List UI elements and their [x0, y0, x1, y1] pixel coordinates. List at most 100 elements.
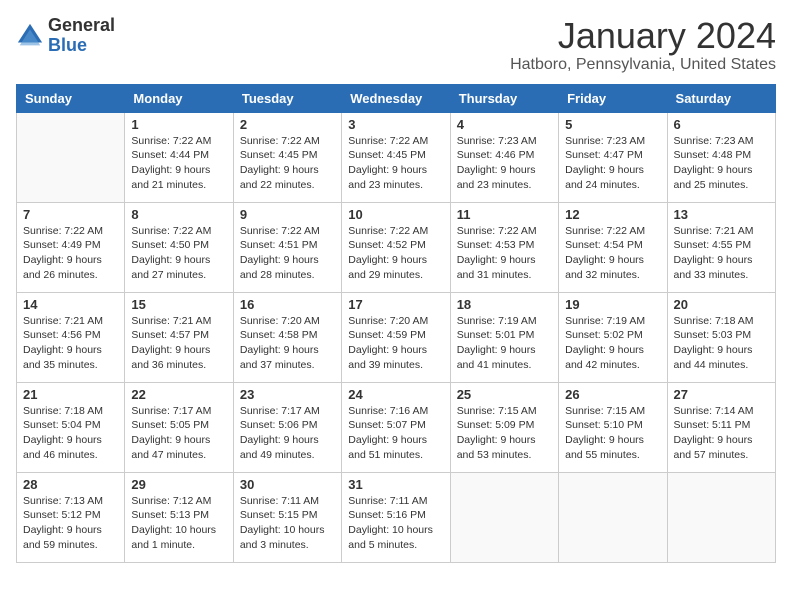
calendar-cell: 20Sunrise: 7:18 AMSunset: 5:03 PMDayligh… — [667, 292, 775, 382]
day-info: Sunrise: 7:22 AMSunset: 4:52 PMDaylight:… — [348, 224, 443, 283]
header-wednesday: Wednesday — [342, 84, 450, 112]
calendar-cell: 13 Sunrise: 7:21 AMSunset: 4:55 PMDayligh… — [667, 202, 775, 292]
calendar-week-1: 1Sunrise: 7:22 AMSunset: 4:44 PMDaylight… — [17, 112, 776, 202]
calendar-cell: 27 Sunrise: 7:14 AMSunset: 5:11 PMDayligh… — [667, 382, 775, 472]
calendar-cell: 17 Sunrise: 7:20 AMSunset: 4:59 PMDayligh… — [342, 292, 450, 382]
calendar-cell: 14 Sunrise: 7:21 AMSunset: 4:56 PMDayligh… — [17, 292, 125, 382]
day-info: Sunrise: 7:22 AMSunset: 4:45 PMDaylight:… — [348, 134, 443, 193]
day-number: 31 — [348, 477, 443, 492]
header-friday: Friday — [559, 84, 667, 112]
day-info: Sunrise: 7:18 AMSunset: 5:03 PMDaylight:… — [674, 314, 769, 373]
day-info: Sunrise: 7:11 AMSunset: 5:16 PMDaylight:… — [348, 494, 443, 553]
day-number: 22 — [131, 387, 226, 402]
header-thursday: Thursday — [450, 84, 558, 112]
day-info: Sunrise: 7:22 AMSunset: 4:51 PMDaylight:… — [240, 224, 335, 283]
calendar-cell — [559, 472, 667, 562]
calendar-cell: 4Sunrise: 7:23 AMSunset: 4:46 PMDaylight… — [450, 112, 558, 202]
calendar-cell: 26 Sunrise: 7:15 AMSunset: 5:10 PMDayligh… — [559, 382, 667, 472]
day-info: Sunrise: 7:15 AMSunset: 5:10 PMDaylight:… — [565, 404, 660, 463]
day-number: 14 — [23, 297, 118, 312]
day-number: 13 — [674, 207, 769, 222]
title-section: January 2024 Hatboro, Pennsylvania, Unit… — [510, 16, 776, 74]
calendar-cell: 16 Sunrise: 7:20 AMSunset: 4:58 PMDayligh… — [233, 292, 341, 382]
day-number: 19 — [565, 297, 660, 312]
page-header: General Blue January 2024 Hatboro, Penns… — [16, 16, 776, 74]
day-info: Sunrise: 7:13 AMSunset: 5:12 PMDaylight:… — [23, 494, 118, 553]
calendar-header-row: SundayMondayTuesdayWednesdayThursdayFrid… — [17, 84, 776, 112]
calendar-cell: 5 Sunrise: 7:23 AMSunset: 4:47 PMDaylight… — [559, 112, 667, 202]
day-number: 15 — [131, 297, 226, 312]
calendar-week-5: 28 Sunrise: 7:13 AMSunset: 5:12 PMDayligh… — [17, 472, 776, 562]
day-info: Sunrise: 7:23 AMSunset: 4:47 PMDaylight:… — [565, 134, 660, 193]
day-number: 30 — [240, 477, 335, 492]
day-info: Sunrise: 7:21 AMSunset: 4:56 PMDaylight:… — [23, 314, 118, 373]
day-info: Sunrise: 7:20 AMSunset: 4:59 PMDaylight:… — [348, 314, 443, 373]
day-number: 25 — [457, 387, 552, 402]
calendar-cell: 12Sunrise: 7:22 AMSunset: 4:54 PMDayligh… — [559, 202, 667, 292]
day-number: 17 — [348, 297, 443, 312]
calendar-week-4: 21Sunrise: 7:18 AMSunset: 5:04 PMDayligh… — [17, 382, 776, 472]
logo-text: General Blue — [48, 16, 115, 56]
day-number: 10 — [348, 207, 443, 222]
calendar-week-3: 14 Sunrise: 7:21 AMSunset: 4:56 PMDayligh… — [17, 292, 776, 382]
day-info: Sunrise: 7:21 AMSunset: 4:55 PMDaylight:… — [674, 224, 769, 283]
calendar-cell: 9 Sunrise: 7:22 AMSunset: 4:51 PMDaylight… — [233, 202, 341, 292]
day-number: 7 — [23, 207, 118, 222]
day-number: 26 — [565, 387, 660, 402]
day-info: Sunrise: 7:17 AMSunset: 5:05 PMDaylight:… — [131, 404, 226, 463]
day-info: Sunrise: 7:22 AMSunset: 4:49 PMDaylight:… — [23, 224, 118, 283]
day-number: 23 — [240, 387, 335, 402]
header-monday: Monday — [125, 84, 233, 112]
day-number: 24 — [348, 387, 443, 402]
calendar-cell: 28 Sunrise: 7:13 AMSunset: 5:12 PMDayligh… — [17, 472, 125, 562]
day-info: Sunrise: 7:22 AMSunset: 4:44 PMDaylight:… — [131, 134, 226, 193]
day-number: 5 — [565, 117, 660, 132]
day-number: 9 — [240, 207, 335, 222]
calendar-cell — [667, 472, 775, 562]
calendar-cell: 18Sunrise: 7:19 AMSunset: 5:01 PMDayligh… — [450, 292, 558, 382]
day-number: 3 — [348, 117, 443, 132]
location-subtitle: Hatboro, Pennsylvania, United States — [510, 56, 776, 74]
day-info: Sunrise: 7:22 AMSunset: 4:45 PMDaylight:… — [240, 134, 335, 193]
calendar-cell: 1Sunrise: 7:22 AMSunset: 4:44 PMDaylight… — [125, 112, 233, 202]
logo-icon — [16, 22, 44, 50]
day-number: 8 — [131, 207, 226, 222]
day-number: 2 — [240, 117, 335, 132]
calendar-cell: 10 Sunrise: 7:22 AMSunset: 4:52 PMDayligh… — [342, 202, 450, 292]
day-info: Sunrise: 7:21 AMSunset: 4:57 PMDaylight:… — [131, 314, 226, 373]
day-number: 27 — [674, 387, 769, 402]
logo: General Blue — [16, 16, 115, 56]
header-tuesday: Tuesday — [233, 84, 341, 112]
day-info: Sunrise: 7:11 AMSunset: 5:15 PMDaylight:… — [240, 494, 335, 553]
calendar-cell: 2 Sunrise: 7:22 AMSunset: 4:45 PMDaylight… — [233, 112, 341, 202]
day-info: Sunrise: 7:23 AMSunset: 4:46 PMDaylight:… — [457, 134, 552, 193]
day-info: Sunrise: 7:17 AMSunset: 5:06 PMDaylight:… — [240, 404, 335, 463]
day-info: Sunrise: 7:15 AMSunset: 5:09 PMDaylight:… — [457, 404, 552, 463]
header-sunday: Sunday — [17, 84, 125, 112]
day-number: 16 — [240, 297, 335, 312]
header-saturday: Saturday — [667, 84, 775, 112]
calendar-cell — [17, 112, 125, 202]
calendar-week-2: 7 Sunrise: 7:22 AMSunset: 4:49 PMDaylight… — [17, 202, 776, 292]
calendar-table: SundayMondayTuesdayWednesdayThursdayFrid… — [16, 84, 776, 563]
day-info: Sunrise: 7:16 AMSunset: 5:07 PMDaylight:… — [348, 404, 443, 463]
day-info: Sunrise: 7:18 AMSunset: 5:04 PMDaylight:… — [23, 404, 118, 463]
day-number: 11 — [457, 207, 552, 222]
month-title: January 2024 — [510, 16, 776, 56]
calendar-cell: 6Sunrise: 7:23 AMSunset: 4:48 PMDaylight… — [667, 112, 775, 202]
calendar-cell: 30 Sunrise: 7:11 AMSunset: 5:15 PMDayligh… — [233, 472, 341, 562]
day-number: 12 — [565, 207, 660, 222]
day-number: 29 — [131, 477, 226, 492]
calendar-cell: 3 Sunrise: 7:22 AMSunset: 4:45 PMDaylight… — [342, 112, 450, 202]
day-info: Sunrise: 7:22 AMSunset: 4:50 PMDaylight:… — [131, 224, 226, 283]
calendar-cell: 7 Sunrise: 7:22 AMSunset: 4:49 PMDaylight… — [17, 202, 125, 292]
day-info: Sunrise: 7:14 AMSunset: 5:11 PMDaylight:… — [674, 404, 769, 463]
calendar-cell: 11 Sunrise: 7:22 AMSunset: 4:53 PMDayligh… — [450, 202, 558, 292]
calendar-cell: 8 Sunrise: 7:22 AMSunset: 4:50 PMDaylight… — [125, 202, 233, 292]
day-info: Sunrise: 7:12 AMSunset: 5:13 PMDaylight:… — [131, 494, 226, 553]
day-info: Sunrise: 7:20 AMSunset: 4:58 PMDaylight:… — [240, 314, 335, 373]
day-number: 28 — [23, 477, 118, 492]
day-info: Sunrise: 7:19 AMSunset: 5:02 PMDaylight:… — [565, 314, 660, 373]
day-info: Sunrise: 7:22 AMSunset: 4:53 PMDaylight:… — [457, 224, 552, 283]
day-info: Sunrise: 7:19 AMSunset: 5:01 PMDaylight:… — [457, 314, 552, 373]
